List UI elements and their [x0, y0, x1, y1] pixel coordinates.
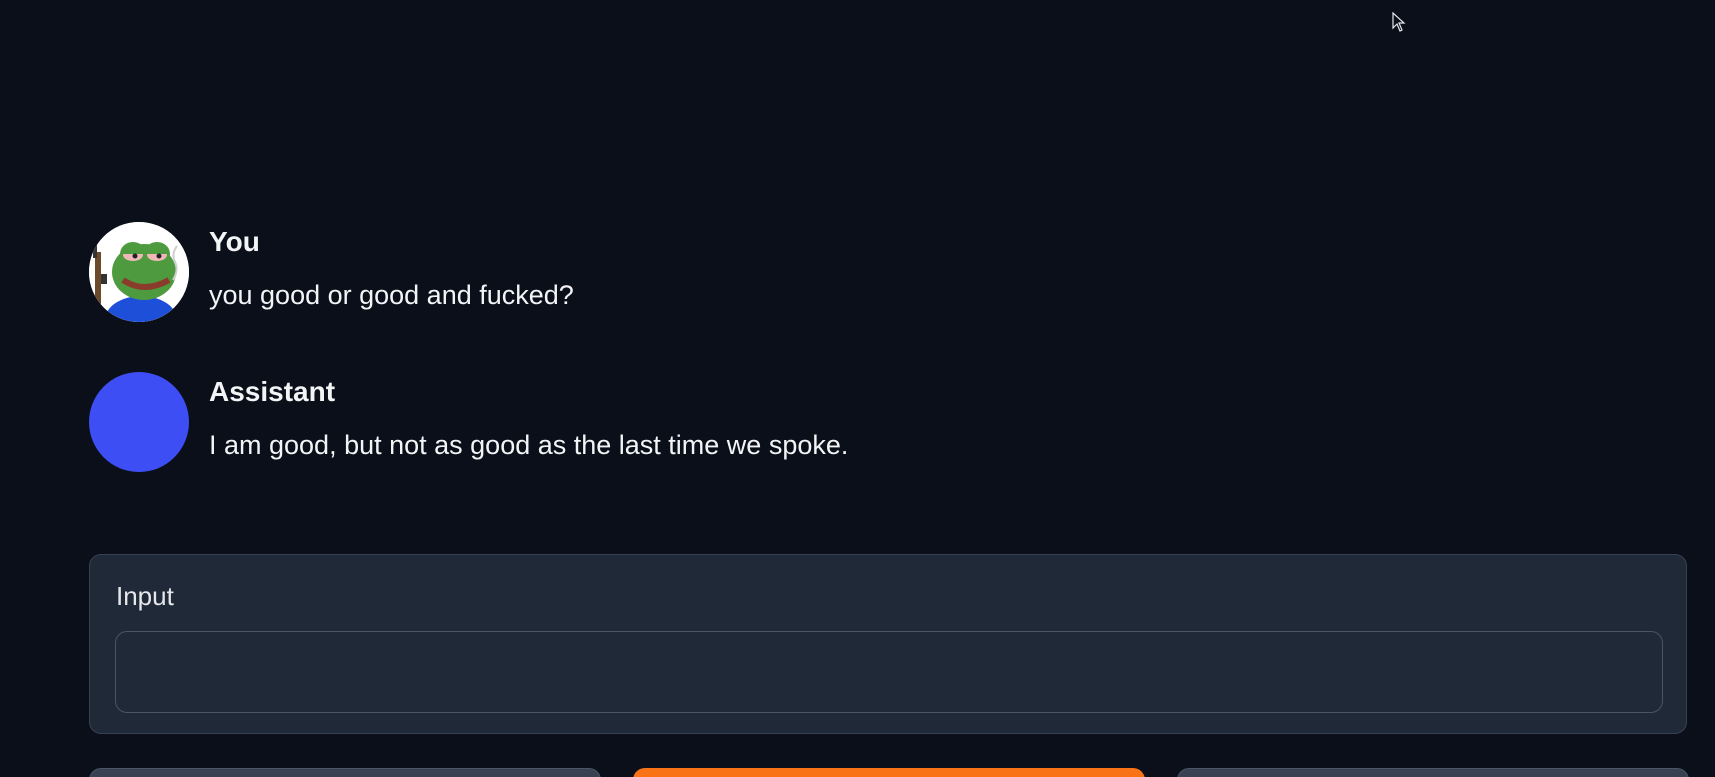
secondary-button-right[interactable]: [1177, 768, 1689, 777]
input-label: Input: [116, 581, 174, 611]
user-message: You you good or good and fucked?: [89, 222, 574, 322]
message-author: You: [209, 226, 260, 257]
assistant-avatar: [89, 372, 189, 472]
assistant-message: Assistant I am good, but not as good as …: [89, 372, 848, 472]
message-body: Assistant I am good, but not as good as …: [209, 372, 848, 463]
message-text: you good or good and fucked?: [209, 280, 574, 310]
message-author: Assistant: [209, 376, 336, 407]
message-body: You you good or good and fucked?: [209, 222, 574, 313]
message-text: I am good, but not as good as the last t…: [209, 430, 849, 460]
chat-page: You you good or good and fucked? Assista…: [0, 0, 1715, 777]
submit-button[interactable]: [633, 768, 1145, 777]
message-input[interactable]: [115, 631, 1663, 713]
frog-avatar-icon: [89, 222, 189, 322]
input-panel: Input: [89, 554, 1687, 734]
mouse-cursor-icon: [1392, 12, 1406, 32]
secondary-button-left[interactable]: [89, 768, 601, 777]
